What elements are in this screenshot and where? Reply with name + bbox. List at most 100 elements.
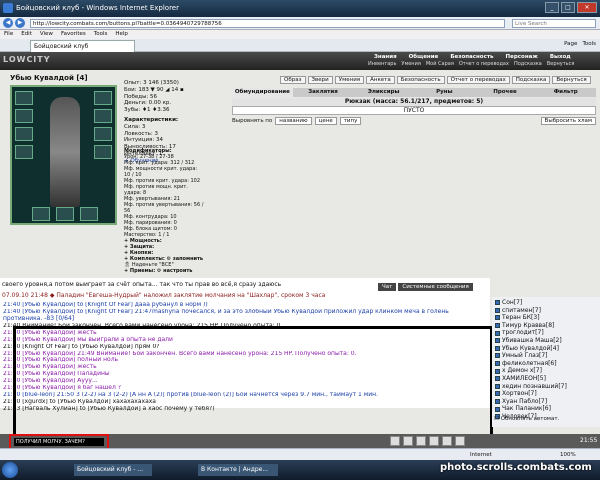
chat-button[interactable]: [416, 436, 426, 446]
maximize-button[interactable]: □: [561, 2, 575, 13]
tab-chat[interactable]: Чат: [378, 283, 397, 291]
profile-button[interactable]: Анкета: [366, 76, 395, 84]
pets-button[interactable]: Звери: [307, 76, 333, 84]
taskbar-item[interactable]: Бойцовский клуб - ...: [74, 464, 152, 476]
sort-by-name-button[interactable]: названию: [275, 117, 312, 125]
tab-other[interactable]: Прочее: [475, 88, 536, 97]
user-info-icon[interactable]: [495, 391, 500, 397]
online-user[interactable]: Тимур Кравва[8]: [495, 322, 597, 330]
image-button[interactable]: Образ: [280, 76, 306, 84]
topmenu-exit[interactable]: Выход: [544, 53, 577, 61]
equip-slot[interactable]: [15, 145, 33, 159]
equip-slot[interactable]: [15, 127, 33, 141]
user-info-icon[interactable]: [495, 345, 500, 351]
online-user[interactable]: ХАМИЛЕОН[5]: [495, 375, 597, 383]
hint-button[interactable]: Подсказка: [511, 76, 551, 84]
browser-tab[interactable]: Бойцовский клуб: [30, 40, 135, 52]
tab-equipment[interactable]: Обмундирование: [232, 88, 293, 97]
chat-input[interactable]: ПОЛУЧИЛ МОЛЧУ. ЗАЧЕМ?: [14, 438, 104, 446]
online-user[interactable]: хедин познавший[7]: [495, 383, 597, 391]
close-button[interactable]: ✕: [577, 2, 597, 13]
menu-file[interactable]: File: [4, 30, 13, 39]
menu-tools[interactable]: Tools: [94, 30, 108, 39]
online-user[interactable]: Теран БК[3]: [495, 314, 597, 322]
page-menu[interactable]: Page: [564, 41, 577, 47]
return-button[interactable]: Вернуться: [552, 76, 591, 84]
online-user[interactable]: спитамен[7]: [495, 307, 597, 315]
topmenu-communication[interactable]: Общение: [403, 53, 445, 61]
user-info-icon[interactable]: [495, 406, 500, 412]
transfers-button[interactable]: Отчет о переводах: [446, 76, 510, 84]
user-info-icon[interactable]: [495, 368, 500, 374]
user-info-icon[interactable]: [495, 353, 500, 359]
tab-elixirs[interactable]: Эликсиры: [353, 88, 414, 97]
user-info-icon[interactable]: [495, 376, 500, 382]
skills-button[interactable]: Умения: [334, 76, 365, 84]
url-field[interactable]: http://lowcity.combats.com/buttons.pl?ba…: [30, 19, 505, 28]
equip-slot[interactable]: [80, 207, 98, 221]
discard-junk-button[interactable]: Выбросить хлам: [540, 117, 596, 125]
chat-button[interactable]: [455, 436, 465, 446]
tab-system-messages[interactable]: Системные сообщения: [398, 283, 473, 291]
back-button[interactable]: ◀: [3, 18, 13, 28]
user-info-icon[interactable]: [495, 330, 500, 336]
equip-slot[interactable]: [32, 207, 50, 221]
online-user[interactable]: троглодит[7]: [495, 329, 597, 337]
zoom-level[interactable]: 100%: [560, 452, 576, 458]
submenu-shed[interactable]: Мой Сарая: [426, 61, 454, 67]
user-info-icon[interactable]: [495, 399, 500, 405]
chat-button[interactable]: [403, 436, 413, 446]
tab-filter[interactable]: Фильтр: [535, 88, 596, 97]
taskbar-item[interactable]: В Контакте | Андре...: [198, 464, 278, 476]
topmenu-knowledge[interactable]: Знания: [368, 53, 403, 61]
online-user[interactable]: Убивашка Маша[2]: [495, 337, 597, 345]
user-info-icon[interactable]: [495, 315, 500, 321]
auto-update-checkbox[interactable]: ☐ Обновлять автомат.: [494, 416, 559, 422]
tools-menu[interactable]: Tools: [582, 41, 596, 47]
equip-slot[interactable]: [56, 207, 74, 221]
online-user[interactable]: Хуан Пабло[7]: [495, 398, 597, 406]
online-user[interactable]: Сон[7]: [495, 299, 597, 307]
menu-help[interactable]: Help: [115, 30, 128, 39]
tab-spells[interactable]: Заклятия: [293, 88, 354, 97]
minimize-button[interactable]: _: [545, 2, 559, 13]
menu-edit[interactable]: Edit: [21, 30, 32, 39]
user-info-icon[interactable]: [495, 307, 500, 313]
submenu-transfers[interactable]: Отчет о переводах: [459, 61, 509, 67]
submenu-inventory[interactable]: Инвентарь: [368, 61, 396, 67]
online-user[interactable]: Хортвон[7]: [495, 390, 597, 398]
section-header[interactable]: Характеристики:: [124, 117, 196, 124]
security-button[interactable]: Безопасность: [396, 76, 445, 84]
chat-button[interactable]: [442, 436, 452, 446]
online-user[interactable]: х Демон х[7]: [495, 367, 597, 375]
user-info-icon[interactable]: [495, 300, 500, 306]
menu-favorites[interactable]: Favorites: [61, 30, 86, 39]
chat-button[interactable]: [390, 436, 400, 446]
user-info-icon[interactable]: [495, 361, 500, 367]
topmenu-character[interactable]: Персонаж: [500, 53, 544, 61]
user-info-icon[interactable]: [495, 323, 500, 329]
section-header[interactable]: + Приемы: ⚙ настроить: [124, 268, 204, 274]
submenu-hint[interactable]: Подсказка: [514, 61, 542, 67]
sort-by-price-button[interactable]: цене: [314, 117, 337, 125]
submenu-skills[interactable]: Умения: [401, 61, 420, 67]
search-field[interactable]: Live Search: [512, 19, 596, 28]
equip-slot[interactable]: [15, 109, 33, 123]
equip-slot[interactable]: [94, 91, 112, 105]
online-user[interactable]: феликолетная[6]: [495, 360, 597, 368]
topmenu-security[interactable]: Безопасность: [444, 53, 499, 61]
tab-runes[interactable]: Руны: [414, 88, 475, 97]
online-user[interactable]: Убью Кувалдой[4]: [495, 345, 597, 353]
online-user[interactable]: Умный Глаз[7]: [495, 352, 597, 360]
start-button[interactable]: [2, 462, 18, 478]
user-info-icon[interactable]: [495, 383, 500, 389]
equip-slot[interactable]: [15, 91, 33, 105]
menu-view[interactable]: View: [40, 30, 53, 39]
forward-button[interactable]: ▶: [15, 18, 25, 28]
chat-button[interactable]: [429, 436, 439, 446]
sort-by-type-button[interactable]: типу: [339, 117, 362, 125]
submenu-return[interactable]: Вернуться: [547, 61, 575, 67]
online-user[interactable]: Чак Паланик[6]: [495, 405, 597, 413]
user-info-icon[interactable]: [495, 338, 500, 344]
equip-slot[interactable]: [94, 145, 112, 159]
